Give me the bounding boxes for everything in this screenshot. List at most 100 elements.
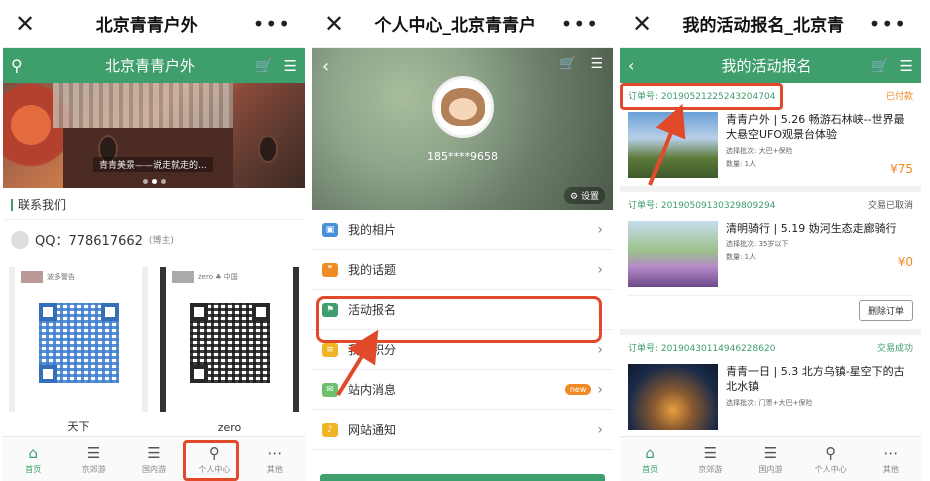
menu-icon[interactable]: ☰ [590, 56, 603, 72]
qr-card[interactable]: zero ♣ 中国 zero [160, 267, 299, 434]
more-icon[interactable]: ••• [253, 12, 291, 36]
tab-domestic[interactable]: ☰ 国内游 [740, 437, 800, 481]
list-icon: ☰ [703, 443, 718, 462]
card-thumbnail [172, 271, 194, 283]
qr-code [189, 303, 270, 383]
avatar[interactable] [431, 76, 494, 138]
close-icon[interactable]: ✕ [632, 10, 658, 38]
bottom-tab-bar: ⌂ 首页 ☰ 京郊游 ☰ 国内游 ⚲ 个人中心 ⋯ 其他 [620, 436, 921, 481]
order-status: 已付款 [885, 92, 913, 102]
order-batch: 选择批次: 35岁以下 [726, 240, 789, 249]
qr-cards: 波多警告 天下 zero ♣ 中国 zero [3, 259, 305, 434]
tab-domestic[interactable]: ☰ 国内游 [124, 437, 184, 481]
page-title: 北京青青户外 [95, 16, 198, 36]
order-card[interactable]: 订单号: 20190430114946228620 交易成功 青青一日 | 5.… [620, 335, 921, 438]
quote-icon: ❞ [322, 262, 338, 277]
order-number: 订单号: 20190521225243204704 [628, 92, 776, 102]
order-title: 青青一日 | 5.3 北方乌镇-星空下的古北水镇 [726, 365, 905, 394]
page-title: 个人中心_北京青青户 [374, 16, 537, 36]
banner-image[interactable]: 青青美景——说走就走的... [3, 83, 305, 188]
profile-header: ‹ 🛒 ☰ 185****9658 ⚙ 设置 [312, 48, 613, 210]
tab-other[interactable]: ⋯ 其他 [245, 437, 305, 481]
home-icon: ⌂ [645, 443, 655, 462]
home-icon: ⌂ [28, 443, 38, 462]
wechat-bar: ✕ 我的活动报名_北京青 ••• [620, 0, 921, 48]
tab-home[interactable]: ⌂ 首页 [3, 437, 63, 481]
menu-item-photos[interactable]: ▣ 我的相片 › [312, 210, 613, 250]
cart-icon[interactable]: 🛒 [559, 56, 576, 72]
screenshot-stage: ✕ 北京青青户外 ••• ⚲ 北京青青户外 🛒 ☰ 青青美景——说走就走的... [0, 0, 930, 481]
more-icon: ⋯ [267, 443, 283, 462]
menu-item-messages[interactable]: ✉ 站内消息 new › [312, 370, 613, 410]
order-batch: 选择批次: 大巴+保险 [726, 146, 793, 155]
tab-suburb[interactable]: ☰ 京郊游 [63, 437, 123, 481]
tab-suburb[interactable]: ☰ 京郊游 [680, 437, 740, 481]
tab-profile[interactable]: ⚲ 个人中心 [801, 437, 861, 481]
order-number: 订单号: 20190430114946228620 [628, 344, 776, 354]
cow-avatar-image [440, 88, 485, 126]
tab-home[interactable]: ⌂ 首页 [620, 437, 680, 481]
close-icon[interactable]: ✕ [324, 10, 350, 38]
site-title: 我的活动报名 [721, 57, 812, 75]
menu-item-points[interactable]: ≡ 我的积分 › [312, 330, 613, 370]
tab-other[interactable]: ⋯ 其他 [861, 437, 921, 481]
settings-button[interactable]: ⚙ 设置 [564, 187, 605, 204]
menu-icon[interactable]: ☰ [284, 57, 297, 75]
card-top-text: 波多警告 [47, 273, 75, 281]
qr-card[interactable]: 波多警告 天下 [9, 267, 148, 433]
site-header: ⚲ 北京青青户外 🛒 ☰ [3, 48, 305, 83]
order-thumbnail [628, 112, 718, 178]
wechat-bar: ✕ 个人中心_北京青青户 ••• [312, 0, 613, 48]
order-card[interactable]: 订单号: 20190509130329809294 交易已取消 清明骑行 | 5… [620, 192, 921, 335]
order-status: 交易已取消 [867, 201, 913, 211]
profile-menu: ▣ 我的相片 › ❞ 我的话题 › ⚑ 活动报名 › ≡ 我的积分 › ✉ 站内 [312, 210, 613, 450]
chevron-right-icon: › [597, 221, 603, 238]
chevron-right-icon: › [597, 301, 603, 318]
menu-item-registration[interactable]: ⚑ 活动报名 › [312, 290, 613, 330]
qq-avatar [11, 230, 29, 249]
banner-caption: 青青美景——说走就走的... [93, 157, 213, 172]
list-icon: ☰ [86, 443, 101, 462]
order-price: ¥0 [897, 255, 913, 270]
chevron-right-icon: › [597, 261, 603, 278]
wechat-bar: ✕ 北京青青户外 ••• [3, 0, 305, 48]
menu-icon[interactable]: ☰ [900, 57, 913, 75]
close-icon[interactable]: ✕ [15, 10, 41, 38]
bottom-tab-bar: ⌂ 首页 ☰ 京郊游 ☰ 国内游 ⚲ 个人中心 ⋯ 其他 [3, 436, 305, 481]
order-batch: 选择批次: 门票+大巴+保险 [726, 398, 813, 407]
coins-icon: ≡ [322, 342, 338, 357]
cart-icon[interactable]: 🛒 [255, 57, 274, 75]
menu-item-notices[interactable]: ♪ 网站通知 › [312, 410, 613, 450]
list-icon: ☰ [763, 443, 778, 462]
user-icon: ⚲ [208, 443, 220, 462]
carousel-dots[interactable] [143, 179, 166, 184]
qq-contact[interactable]: QQ：778617662 (博主) [3, 220, 305, 259]
more-icon: ⋯ [883, 443, 899, 462]
panel-profile: ✕ 个人中心_北京青青户 ••• ‹ 🛒 ☰ 185****9658 ⚙ 设置 … [312, 0, 613, 481]
bell-icon: ♪ [322, 422, 338, 437]
back-icon[interactable]: ‹ [628, 56, 668, 75]
chevron-right-icon: › [597, 341, 603, 358]
section-header: 联系我们 [3, 188, 305, 220]
header-actions: 🛒 ☰ [249, 57, 297, 75]
order-number: 订单号: 20190509130329809294 [628, 201, 776, 211]
flag-icon: ⚑ [322, 302, 338, 317]
more-icon[interactable]: ••• [869, 12, 907, 36]
panel-homepage: ✕ 北京青青户外 ••• ⚲ 北京青青户外 🛒 ☰ 青青美景——说走就走的... [3, 0, 305, 481]
site-title: 北京青青户外 [104, 57, 195, 75]
more-icon[interactable]: ••• [561, 12, 599, 36]
delete-order-button[interactable]: 删除订单 [858, 300, 913, 321]
site-header: ‹ 我的活动报名 🛒 ☰ [620, 48, 921, 83]
order-status: 交易成功 [876, 344, 913, 354]
user-phone: 185****9658 [427, 150, 498, 163]
cart-icon[interactable]: 🛒 [871, 57, 890, 75]
menu-item-topics[interactable]: ❞ 我的话题 › [312, 250, 613, 290]
qr-code [38, 303, 119, 383]
user-icon[interactable]: ⚲ [11, 56, 51, 75]
order-title: 青青户外 | 5.26 畅游石林峡--世界最大悬空UFO观景台体验 [726, 113, 905, 142]
tab-profile[interactable]: ⚲ 个人中心 [184, 437, 244, 481]
section-title: 联系我们 [18, 198, 67, 212]
order-card[interactable]: 订单号: 20190521225243204704 已付款 青青户外 | 5.2… [620, 83, 921, 192]
back-icon[interactable]: ‹ [322, 56, 329, 77]
list-icon: ☰ [147, 443, 161, 462]
